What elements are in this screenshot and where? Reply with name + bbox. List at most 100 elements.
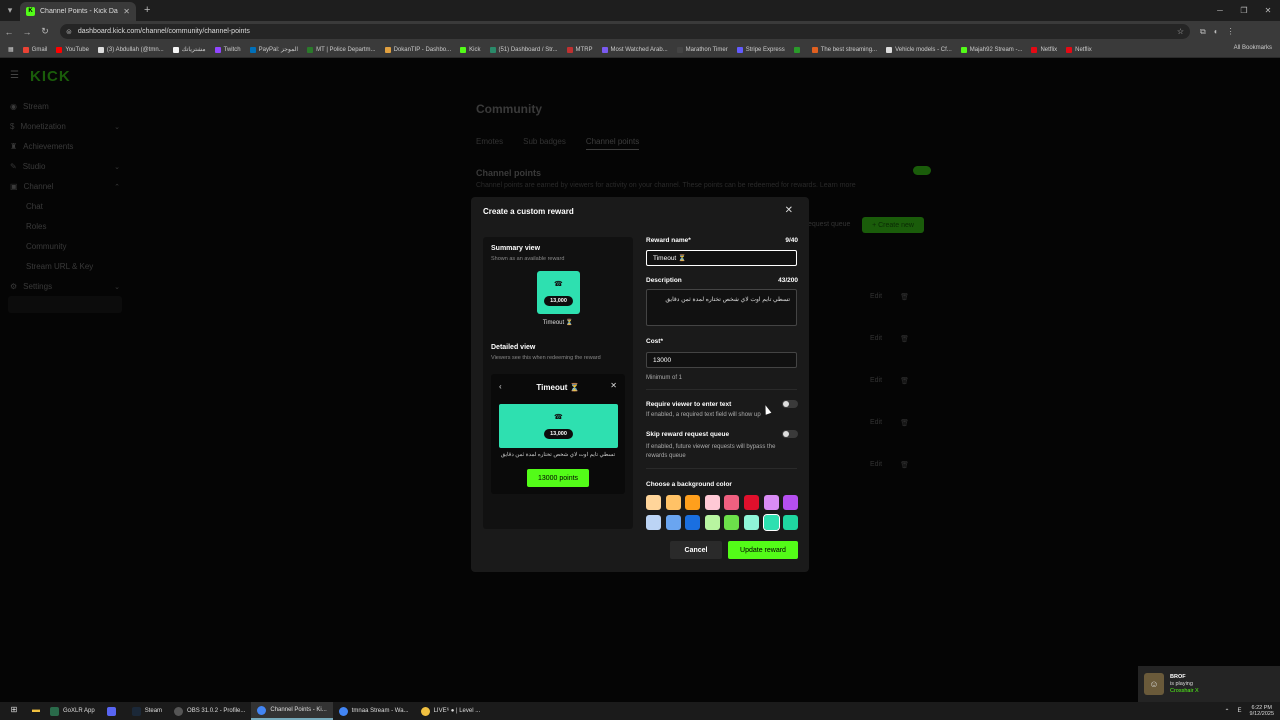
reward-name-input[interactable]: Timeout ⏳ (646, 250, 797, 266)
color-swatch[interactable] (783, 495, 799, 510)
sidebar-item-channel[interactable]: ▣ Channel ⌃ (10, 182, 120, 191)
menu-hamburger-icon[interactable]: ☰ (10, 70, 19, 81)
new-tab-button[interactable]: + (144, 0, 150, 21)
description-textarea[interactable]: تسطي تايم اوت لاي شخص تختاره لمدة ثمن دق… (646, 289, 797, 326)
trash-icon[interactable]: 🗑 (900, 377, 909, 385)
menu-icon[interactable]: ⋮ (1227, 27, 1235, 37)
cancel-button[interactable]: Cancel (670, 541, 722, 559)
bookmark-star-icon[interactable]: ☆ (1177, 27, 1184, 36)
require-text-toggle[interactable] (782, 400, 798, 408)
update-reward-button[interactable]: Update reward (728, 541, 798, 559)
bookmark-item[interactable]: Most Watched Arab... (601, 46, 668, 53)
all-bookmarks[interactable]: All Bookmarks (1234, 45, 1272, 51)
bookmark-item[interactable]: PayPal: الموجز (249, 46, 298, 53)
sidebar-item-monetization[interactable]: $ Monetization ⌄ (10, 122, 120, 131)
tab-sub-badges[interactable]: Sub badges (523, 137, 566, 150)
browser-tab-active[interactable]: K Channel Points - Kick Dashboo... ✕ (20, 2, 136, 21)
edit-button[interactable]: Edit (870, 461, 882, 469)
bookmark-item[interactable]: (3) Abdullah (@tmn... (97, 46, 164, 53)
taskbar-app-chrome-stream[interactable]: tmnaa Stream - Wa... (333, 702, 415, 720)
bookmark-item[interactable]: DokanTIP - Dashbo... (384, 46, 451, 53)
cost-input[interactable]: 13000 (646, 352, 797, 368)
url-input[interactable]: ⊜ dashboard.kick.com/channel/community/c… (60, 24, 1190, 39)
reload-icon[interactable]: ↻ (36, 26, 54, 37)
learn-more-link[interactable]: Learn more (820, 182, 856, 189)
extensions-icon[interactable]: ⧉ (1200, 27, 1206, 37)
color-swatch[interactable] (704, 495, 720, 510)
bookmark-item[interactable] (793, 46, 803, 53)
profile-icon[interactable]: ◐ (1214, 27, 1219, 37)
bookmark-item[interactable]: The best streaming... (811, 46, 877, 53)
edit-button[interactable]: Edit (870, 419, 882, 427)
edit-button[interactable]: Edit (870, 335, 882, 343)
bookmark-item[interactable]: (51) Dashboard / Str... (489, 46, 558, 53)
bookmark-item[interactable]: Marathon Timer (676, 46, 728, 53)
forward-icon[interactable]: → (18, 27, 36, 37)
taskbar-app-goxlr[interactable]: GoXLR App (44, 702, 101, 720)
color-swatch[interactable] (743, 515, 759, 530)
tray-chevron-up-icon[interactable]: ⌃ (1224, 708, 1229, 715)
site-info-icon[interactable]: ⊜ (66, 28, 72, 36)
sidebar-item-community[interactable]: Community (26, 242, 66, 251)
clock[interactable]: 6:22 PM 9/12/2025 (1250, 705, 1274, 717)
sidebar-item-stream[interactable]: ◉ Stream (10, 102, 120, 111)
bookmark-item[interactable]: Gmail (22, 46, 47, 53)
bookmark-item[interactable]: مشترياتك (172, 46, 206, 53)
sidebar-item-settings[interactable]: ⚙ Settings ⌄ (10, 282, 120, 291)
bookmark-item[interactable]: Stripe Express (736, 46, 785, 53)
taskbar-app-obs[interactable]: OBS 31.0.2 - Profile... (168, 702, 251, 720)
color-swatch[interactable] (646, 515, 661, 530)
game-notification[interactable]: ☺ BROF is playing Crosshair X (1138, 666, 1280, 702)
bookmark-item[interactable]: Vehicle models - Cf... (886, 46, 952, 53)
tab-close-icon[interactable]: ✕ (123, 7, 130, 16)
request-queue-button[interactable]: equest queue (808, 221, 850, 228)
close-icon[interactable]: ✕ (785, 205, 793, 216)
language-indicator[interactable]: E (1238, 708, 1242, 714)
trash-icon[interactable]: 🗑 (900, 335, 909, 343)
color-swatch[interactable] (665, 495, 681, 510)
bookmark-item[interactable]: Netflix (1031, 46, 1057, 53)
file-explorer-icon[interactable]: ▬ (28, 705, 44, 717)
bookmark-item[interactable]: Majah92 Stream -... (960, 46, 1022, 53)
tab-search-icon[interactable]: ▾ (0, 0, 20, 21)
bookmark-item[interactable]: Kick (460, 46, 481, 53)
taskbar-app-steam[interactable]: Steam (126, 702, 168, 720)
edit-button[interactable]: Edit (870, 293, 882, 301)
channel-points-toggle[interactable] (913, 166, 931, 175)
close-window-icon[interactable]: ✕ (1256, 0, 1280, 21)
tab-emotes[interactable]: Emotes (476, 137, 503, 150)
sidebar-item-chat[interactable]: Chat (26, 202, 43, 211)
color-swatch[interactable] (783, 515, 799, 530)
color-swatch[interactable] (743, 495, 759, 510)
sidebar-item-stream-url[interactable]: Stream URL & Key (26, 262, 93, 271)
taskbar-app-discord[interactable] (101, 702, 126, 720)
bookmark-item[interactable]: Twitch (214, 46, 241, 53)
bookmark-item[interactable]: Netflix (1066, 46, 1092, 53)
taskbar-app-chrome-kick[interactable]: Channel Points - Ki... (251, 702, 333, 720)
windows-start-icon[interactable]: ⊞ (6, 705, 22, 717)
color-swatch[interactable] (685, 515, 701, 530)
color-swatch[interactable] (665, 515, 681, 530)
create-new-button[interactable]: + Create new (862, 217, 924, 233)
bookmark-item[interactable]: MT | Police Departm... (307, 46, 376, 53)
restore-icon[interactable]: ❐ (1232, 0, 1256, 21)
apps-icon[interactable]: ▦ (8, 46, 14, 53)
skip-queue-toggle[interactable] (782, 430, 798, 438)
sidebar-item-achievements[interactable]: ♜ Achievements (10, 142, 120, 151)
color-swatch[interactable] (763, 495, 779, 510)
color-swatch[interactable] (704, 515, 720, 530)
bookmark-item[interactable]: YouTube (56, 46, 89, 53)
edit-button[interactable]: Edit (870, 377, 882, 385)
back-icon[interactable]: ← (0, 27, 18, 37)
sidebar-item-roles[interactable]: Roles (26, 222, 46, 231)
taskbar-app-live[interactable]: LIVE⁶ ● | Level ... (415, 702, 487, 720)
color-swatch[interactable] (762, 514, 780, 531)
minimize-icon[interactable]: ─ (1208, 0, 1232, 21)
color-swatch[interactable] (724, 515, 740, 530)
color-swatch[interactable] (646, 495, 661, 510)
bookmark-item[interactable]: MTRP (566, 46, 593, 53)
sidebar-item-studio[interactable]: ✎ Studio ⌄ (10, 162, 120, 171)
tab-channel-points[interactable]: Channel points (585, 137, 640, 150)
trash-icon[interactable]: 🗑 (900, 461, 909, 469)
trash-icon[interactable]: 🗑 (900, 419, 909, 427)
